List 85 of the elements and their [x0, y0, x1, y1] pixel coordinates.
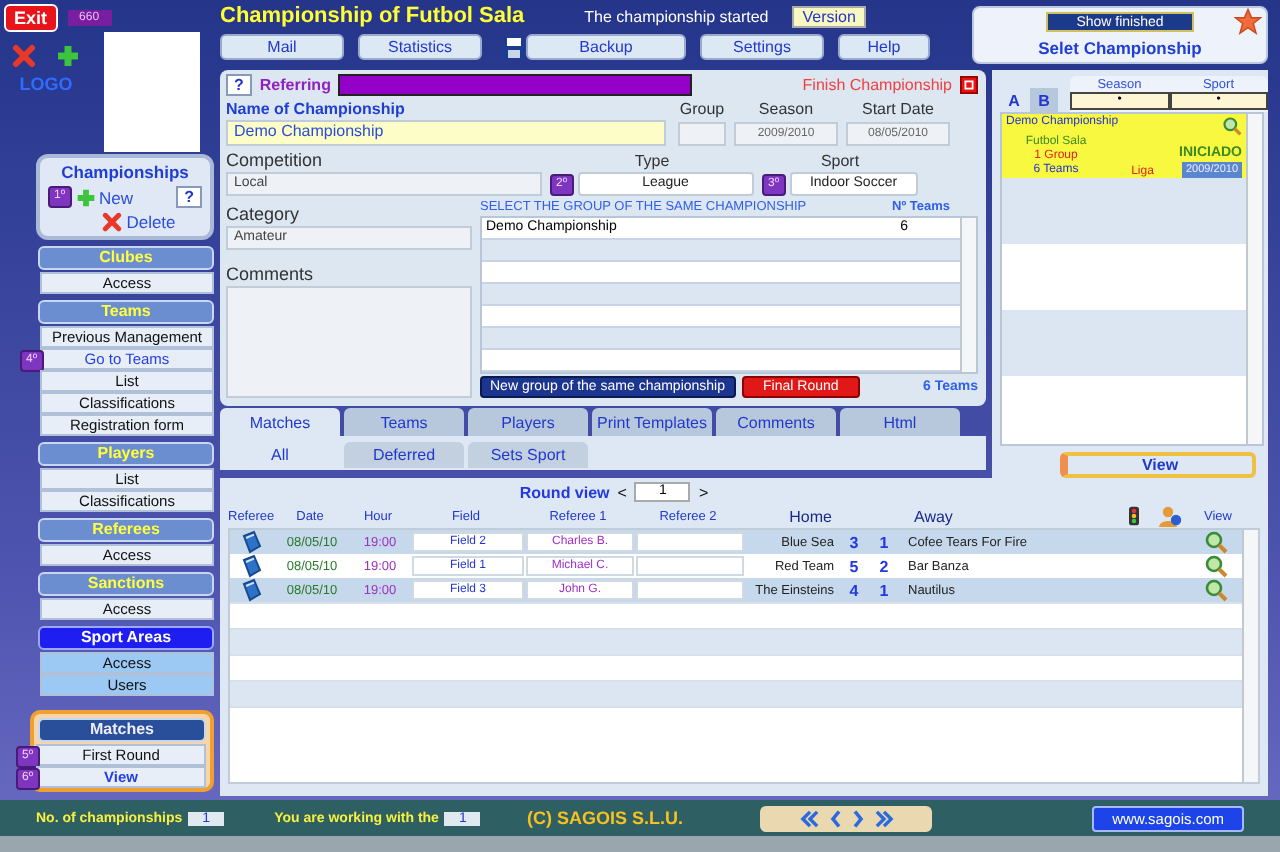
nav-button[interactable]: Backup [526, 34, 686, 60]
referee-cell[interactable] [636, 580, 744, 600]
section-header: Players [38, 442, 214, 466]
add-icon[interactable] [56, 44, 80, 68]
previous-button[interactable]: < [617, 483, 627, 501]
field-label: Category [226, 204, 302, 224]
section-header: Clubes [38, 246, 214, 270]
field-label: Season [758, 100, 814, 118]
book-icon[interactable] [240, 554, 264, 578]
logo-text: LOGO [19, 74, 73, 94]
name-field[interactable]: Demo Championship [226, 120, 666, 146]
close-icon[interactable] [12, 44, 36, 68]
score-cell-text: 2 [877, 557, 891, 575]
nav-button[interactable]: Statistics [358, 34, 482, 60]
nav-button[interactable]: Settings [700, 34, 824, 60]
tab[interactable]: Comments [716, 408, 836, 436]
score-cell-text: 5 [847, 557, 861, 575]
first-record-icon[interactable] [799, 809, 820, 827]
column-header: Home [787, 507, 834, 525]
tab[interactable]: Deferred [344, 442, 464, 468]
book-icon[interactable] [240, 578, 264, 602]
nav-button[interactable]: Mail [220, 34, 344, 60]
group-field[interactable] [678, 122, 726, 146]
panel-title: Championships [59, 162, 191, 182]
add-icon [75, 187, 96, 207]
book-icon[interactable] [240, 530, 264, 554]
copyright-text: (C) SAGOIS S.L.U. [526, 808, 683, 828]
field-label: Type [634, 152, 670, 170]
stop-icon[interactable] [960, 76, 978, 94]
field-label: Finish Championship [802, 76, 952, 94]
help-button[interactable]: ? [226, 74, 252, 96]
tab[interactable]: Matches [220, 408, 340, 436]
star-icon[interactable] [1234, 8, 1262, 36]
status-text: The championship started [584, 7, 769, 25]
section-header: Referees [38, 518, 214, 542]
referee-cell[interactable] [636, 556, 744, 576]
score-cell-text: 1 [877, 581, 891, 599]
nav-button[interactable]: Help [838, 34, 930, 60]
section-header: Sanctions [38, 572, 214, 596]
field-label: Sport [820, 152, 860, 170]
view-button[interactable]: View [1060, 452, 1256, 478]
column-header: Away [912, 507, 955, 525]
user-info-icon [1158, 504, 1182, 528]
scrollbar[interactable] [960, 218, 976, 372]
score-cell-text: 1 [877, 533, 891, 551]
zoom-icon[interactable] [1204, 554, 1228, 578]
exit-button[interactable]: Exit [4, 4, 58, 32]
new-link[interactable]: New [99, 187, 134, 207]
referee-cell[interactable] [636, 532, 744, 552]
zoom-icon[interactable] [1204, 530, 1228, 554]
previous-record-icon[interactable] [829, 809, 842, 827]
app-title: Championship of Futbol Sala [220, 4, 525, 28]
section-header: Matches [38, 718, 206, 742]
tab[interactable]: B [1030, 88, 1058, 112]
field-label: Competition [226, 150, 325, 170]
round-label: Round view [519, 483, 610, 501]
tab[interactable]: Sets Sport [468, 442, 588, 468]
traffic-light-icon [1124, 506, 1144, 526]
section-header: Sport Areas [38, 626, 214, 650]
next-record-icon[interactable] [851, 809, 864, 827]
delete-icon [102, 212, 123, 232]
score-cell-text: 4 [847, 581, 861, 599]
last-record-icon[interactable] [873, 809, 894, 827]
zoom-icon[interactable] [1204, 578, 1228, 602]
section-header: Teams [38, 300, 214, 324]
help-button[interactable]: ? [176, 186, 202, 208]
field-label: Name of Championship [226, 100, 407, 118]
field-label: Start Date [861, 100, 934, 118]
scrollbar[interactable] [1246, 114, 1262, 444]
score-cell-text: 3 [847, 533, 861, 551]
zoom-icon[interactable] [1222, 116, 1242, 136]
field-label: Referring [259, 76, 331, 94]
version-button[interactable]: Version [792, 5, 866, 27]
comments-field[interactable] [226, 286, 472, 398]
field-label: Comments [226, 264, 316, 284]
logo-placeholder [104, 32, 200, 152]
tab[interactable]: Players [468, 408, 588, 436]
scrollbar[interactable] [1242, 530, 1258, 782]
tab[interactable]: Html [840, 408, 960, 436]
tab[interactable]: Print Templates [592, 408, 712, 436]
next-button[interactable]: > [698, 483, 709, 501]
tab[interactable]: Teams [344, 408, 464, 436]
panel-title: Selet Championship [1038, 38, 1202, 58]
field-label: Group [679, 100, 725, 118]
delete-link[interactable]: Delete [126, 212, 176, 232]
